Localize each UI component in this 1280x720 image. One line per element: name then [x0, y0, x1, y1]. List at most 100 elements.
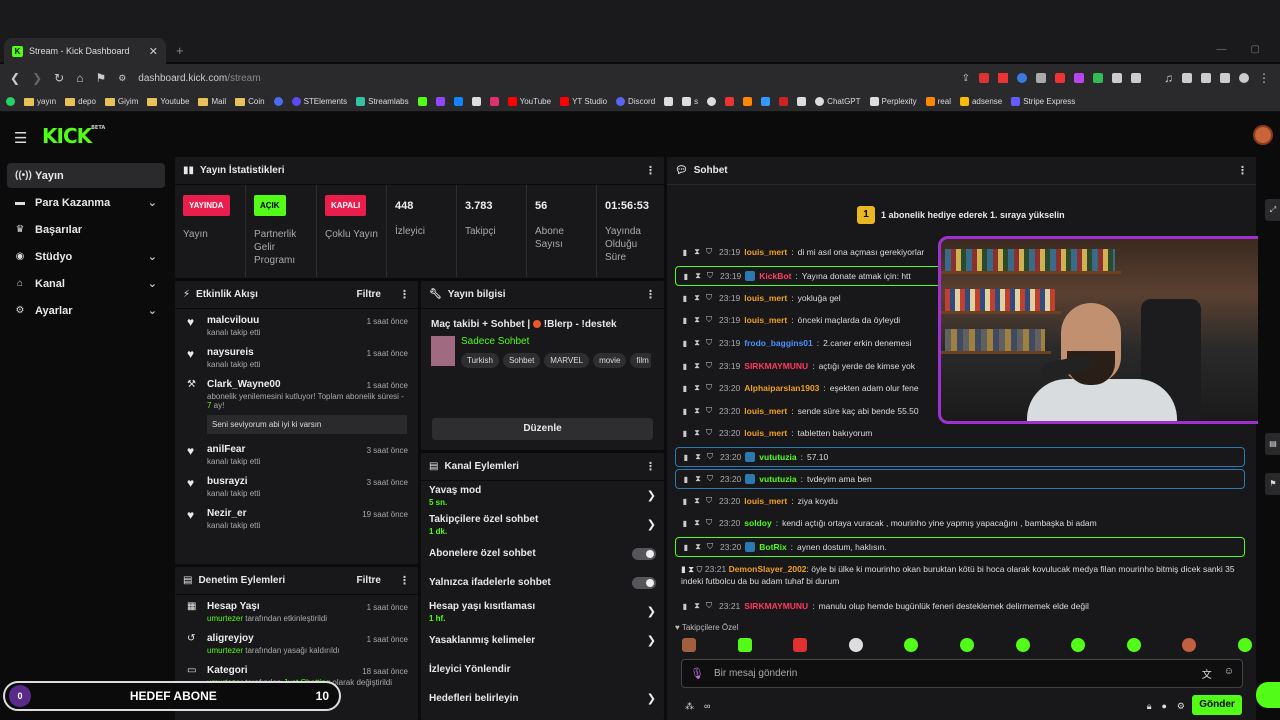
- timeout-icon[interactable]: ⧗: [694, 452, 702, 462]
- timeout-icon[interactable]: ⧗: [693, 496, 701, 506]
- shield-icon[interactable]: ⛉: [705, 383, 713, 393]
- more-icon[interactable]: ⋮: [1237, 164, 1248, 177]
- goals-row[interactable]: Hedefleri belirleyin ❯: [421, 684, 664, 713]
- category-link[interactable]: Sadece Sohbet: [461, 336, 664, 347]
- tool-icon[interactable]: ▤: [1265, 433, 1280, 455]
- shield-icon[interactable]: ⛉: [705, 518, 713, 528]
- bookmark-icon[interactable]: [779, 97, 789, 106]
- bookmark-icon[interactable]: ⚑: [95, 71, 106, 85]
- chat-bubble-icon[interactable]: ●: [1161, 701, 1166, 711]
- message-user[interactable]: louis_mert: [744, 428, 787, 438]
- pin-icon[interactable]: ▮: [681, 362, 689, 371]
- tag[interactable]: Turkish: [461, 353, 499, 368]
- avatar[interactable]: [1253, 125, 1273, 145]
- more-icon[interactable]: ⋮: [399, 288, 410, 301]
- timeout-icon[interactable]: ⧗: [694, 271, 702, 281]
- pin-icon[interactable]: ▮: [681, 429, 689, 438]
- extension-icon[interactable]: [998, 73, 1008, 83]
- shield-icon[interactable]: ⛉: [705, 293, 713, 303]
- bookmark[interactable]: STElements: [291, 97, 347, 106]
- bookmark[interactable]: real: [925, 97, 951, 106]
- pin-icon[interactable]: ▮: [682, 475, 690, 484]
- back-icon[interactable]: ❮: [10, 71, 20, 85]
- extension-icon[interactable]: [1055, 73, 1065, 83]
- tag[interactable]: film: [630, 353, 651, 368]
- shield-icon[interactable]: ⛉: [705, 406, 713, 416]
- timeout-icon[interactable]: ⧗: [693, 428, 701, 438]
- message-user[interactable]: Alphaiparslan1903: [744, 383, 819, 393]
- timeout-icon[interactable]: ⧗: [693, 361, 701, 371]
- emoji-icon[interactable]: ☺: [1224, 666, 1234, 681]
- emote-icon[interactable]: [1182, 638, 1197, 652]
- sidebar-item-kanal[interactable]: ⌂ Kanal ⌄: [7, 271, 165, 296]
- bookmark[interactable]: s: [682, 97, 698, 106]
- slow-mode-row[interactable]: Yavaş mod 5 sn. ❯: [421, 481, 664, 510]
- bookmark[interactable]: Youtube: [147, 97, 189, 106]
- bookmark-icon[interactable]: [761, 97, 771, 106]
- ai-icon[interactable]: [1220, 73, 1230, 83]
- instagram-icon[interactable]: [489, 97, 499, 106]
- filter-button[interactable]: Filtre: [357, 575, 381, 586]
- pin-icon[interactable]: ▮: [681, 407, 689, 416]
- account-age-row[interactable]: Hesap yaşı kısıtlaması 1 hf. ❯: [421, 597, 664, 626]
- timeout-icon[interactable]: ⧗: [693, 518, 701, 528]
- extension-icon[interactable]: [1017, 73, 1027, 83]
- message-user[interactable]: SIRKMAYMUNU: [744, 361, 808, 371]
- music-icon[interactable]: ♫: [1164, 71, 1173, 85]
- timeout-icon[interactable]: ⧗: [694, 474, 702, 484]
- more-icon[interactable]: ⋮: [645, 460, 656, 473]
- message-user[interactable]: louis_mert: [744, 247, 787, 257]
- timeout-icon[interactable]: ⧗: [688, 564, 694, 574]
- shield-icon[interactable]: ⛉: [705, 315, 713, 325]
- sidebar-item-yayin[interactable]: ((•)) Yayın: [7, 163, 165, 188]
- expand-icon[interactable]: ⤢: [1265, 199, 1280, 221]
- x-icon[interactable]: [471, 97, 481, 106]
- bookmark[interactable]: YouTube: [507, 97, 551, 106]
- followers-only-row[interactable]: Takipçilere özel sohbet 1 dk. ❯: [421, 510, 664, 539]
- gift-leaderboard-banner[interactable]: 11 abonelik hediye ederek 1. sıraya yüks…: [857, 206, 1065, 224]
- bookmark-icon[interactable]: [725, 97, 735, 106]
- kick-logo[interactable]: KICKBETA: [42, 124, 105, 148]
- sidebar-item-basarilar[interactable]: ♛ Başarılar: [7, 217, 165, 242]
- bookmark[interactable]: Discord: [616, 97, 655, 106]
- message-user[interactable]: louis_mert: [744, 496, 787, 506]
- timeout-icon[interactable]: ⧗: [693, 247, 701, 257]
- shield-icon[interactable]: ⛉: [705, 361, 713, 371]
- puzzle-icon[interactable]: [1112, 73, 1122, 83]
- bookmark[interactable]: ChatGPT: [815, 97, 861, 106]
- message-user[interactable]: soldoy: [744, 518, 771, 528]
- bookmark[interactable]: Streamlabs: [356, 97, 409, 106]
- pin-icon[interactable]: ▮: [682, 272, 690, 281]
- more-icon[interactable]: ⋮: [645, 164, 656, 177]
- timeout-icon[interactable]: ⧗: [693, 338, 701, 348]
- translate-icon[interactable]: 文: [1202, 666, 1212, 681]
- settings-icon[interactable]: ⚙: [1177, 701, 1185, 712]
- tag[interactable]: movie: [593, 353, 627, 368]
- menu-icon[interactable]: ☰: [14, 129, 27, 147]
- shield-icon[interactable]: ⛉: [705, 428, 713, 438]
- bluesky-icon[interactable]: [453, 97, 463, 106]
- tag[interactable]: MARVEL: [544, 353, 590, 368]
- emote-icon[interactable]: [682, 638, 696, 652]
- new-tab-icon[interactable]: +: [176, 43, 184, 58]
- pin-icon[interactable]: ▮: [681, 602, 689, 611]
- emote-icon[interactable]: [737, 638, 752, 652]
- pin-icon[interactable]: ▮: [682, 543, 690, 552]
- shield-icon[interactable]: ⛉: [706, 271, 714, 281]
- message-user[interactable]: vututuzia: [759, 474, 796, 484]
- floating-action-button[interactable]: [1256, 682, 1280, 708]
- extension-icon[interactable]: [1036, 73, 1046, 83]
- maximize-icon[interactable]: ▢: [1251, 44, 1260, 55]
- pin-icon[interactable]: ▮: [681, 384, 689, 393]
- extension-icon[interactable]: [1131, 73, 1141, 83]
- edit-button[interactable]: Düzenle: [432, 418, 653, 440]
- message-user[interactable]: BotRix: [759, 542, 786, 552]
- bookmark-icon[interactable]: [707, 97, 717, 106]
- message-user[interactable]: louis_mert: [744, 406, 787, 416]
- site-info-icon[interactable]: ⚙: [118, 73, 126, 84]
- forward-icon[interactable]: ❯: [32, 71, 42, 85]
- bookmark-icon[interactable]: [797, 97, 807, 106]
- pin-icon[interactable]: ▮: [682, 453, 690, 462]
- pin-icon[interactable]: ▮: [681, 564, 686, 574]
- shield-icon[interactable]: ⛉: [696, 564, 702, 574]
